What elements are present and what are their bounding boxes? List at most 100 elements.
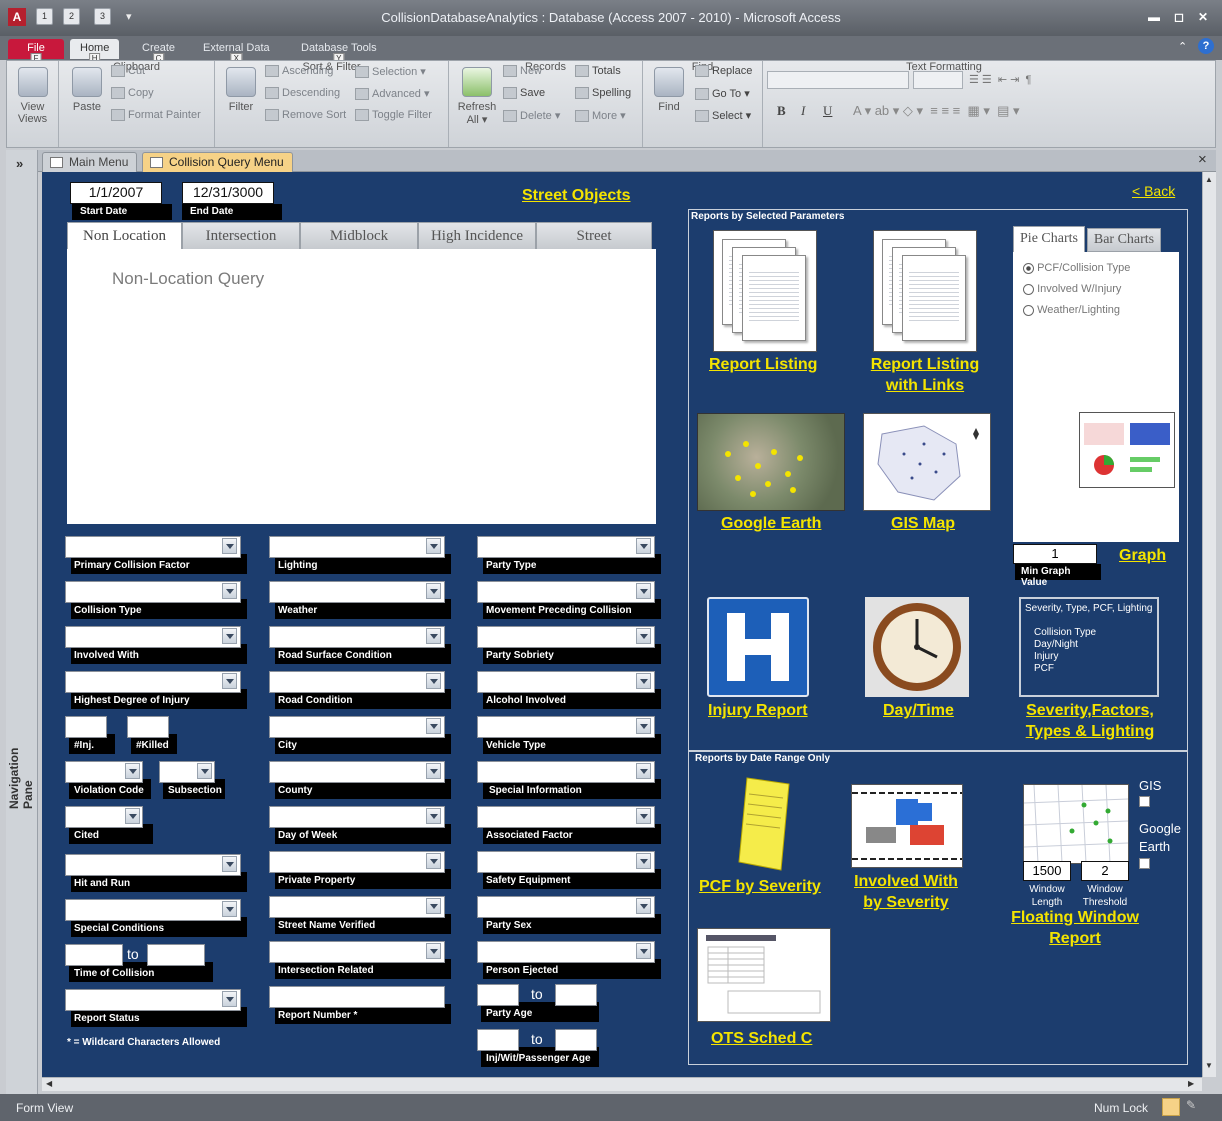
chevron-down-icon[interactable] — [636, 583, 651, 599]
chevron-down-icon[interactable] — [125, 763, 140, 779]
bold-button[interactable]: B — [777, 103, 786, 119]
min-graph-value-input[interactable]: 1 — [1013, 544, 1097, 564]
injury-report-thumbnail[interactable] — [707, 597, 809, 697]
tab-database-tools[interactable]: Database Tools Y — [291, 39, 387, 64]
report-links-thumbnail[interactable] — [873, 230, 977, 352]
select-button[interactable]: Select ▾ — [695, 109, 751, 123]
google-earth-link[interactable]: Google Earth — [721, 513, 821, 534]
end-date-input[interactable]: 12/31/3000 — [182, 182, 274, 204]
help-icon[interactable]: ? — [1198, 38, 1214, 54]
tab-street[interactable]: Street — [536, 222, 652, 250]
format-painter-button[interactable]: Format Painter — [111, 109, 201, 122]
chevron-down-icon[interactable] — [636, 673, 651, 689]
scroll-left-icon[interactable]: ◀ — [46, 1079, 52, 1088]
chevron-down-icon[interactable] — [222, 991, 237, 1007]
chevron-down-icon[interactable] — [222, 628, 237, 644]
graph-thumbnail[interactable] — [1079, 412, 1175, 488]
chevron-down-icon[interactable] — [636, 718, 651, 734]
window-threshold-input[interactable]: 2 — [1081, 861, 1129, 881]
save-record-button[interactable]: Save — [503, 87, 545, 100]
chevron-down-icon[interactable] — [426, 853, 441, 869]
gis-map-thumbnail[interactable] — [863, 413, 991, 511]
tab-collision-query-menu[interactable]: Collision Query Menu — [142, 152, 293, 172]
selection-button[interactable]: Selection ▾ — [355, 65, 426, 79]
involved-severity-link[interactable]: Involved With by Severity — [849, 871, 963, 913]
severity-box[interactable]: Severity, Type, PCF, Lighting Collision … — [1019, 597, 1159, 697]
refresh-button[interactable]: Refresh All ▾ — [455, 67, 499, 126]
chevron-down-icon[interactable] — [426, 718, 441, 734]
report-listing-link[interactable]: Report Listing — [709, 354, 817, 375]
remove-sort-button[interactable]: Remove Sort — [265, 109, 346, 122]
form-view-icon[interactable] — [1162, 1098, 1180, 1116]
ots-sched-c-link[interactable]: OTS Sched C — [711, 1028, 812, 1049]
close-window-icon[interactable]: ✕ — [1198, 10, 1208, 24]
back-link[interactable]: < Back — [1132, 181, 1175, 202]
scroll-up-icon[interactable]: ▲ — [1205, 175, 1213, 184]
minimize-icon[interactable]: ▬ — [1148, 10, 1160, 24]
tab-file[interactable]: File F — [8, 39, 64, 64]
spelling-button[interactable]: Spelling — [575, 87, 631, 100]
descending-button[interactable]: Descending — [265, 87, 340, 100]
font-name-combo[interactable] — [767, 71, 909, 89]
report-listing-links-link[interactable]: Report Listing with Links — [869, 354, 981, 396]
radio-pcf-collision-type[interactable]: PCF/Collision Type — [1023, 262, 1130, 274]
chevron-down-icon[interactable] — [636, 853, 651, 869]
more-button[interactable]: More ▾ — [575, 109, 626, 123]
chevron-down-icon[interactable] — [426, 943, 441, 959]
pcf-severity-link[interactable]: PCF by Severity — [699, 876, 821, 897]
font-color-buttons[interactable]: A ▾ ab ▾ ◇ ▾ ≡ ≡ ≡ ▦ ▾ ▤ ▾ — [853, 103, 1020, 119]
severity-factors-link[interactable]: Severity,Factors, Types & Lighting — [1015, 700, 1165, 742]
chevron-down-icon[interactable] — [222, 538, 237, 554]
horizontal-scrollbar[interactable]: ◀ ▶ — [42, 1077, 1202, 1091]
tab-external-data[interactable]: External Data X — [193, 39, 280, 64]
tab-midblock[interactable]: Midblock — [300, 222, 418, 250]
chevron-down-icon[interactable] — [222, 901, 237, 917]
google-earth-thumbnail[interactable] — [697, 413, 845, 511]
ascending-button[interactable]: Ascending — [265, 65, 333, 78]
chevron-down-icon[interactable] — [426, 673, 441, 689]
italic-button[interactable]: I — [801, 103, 805, 119]
pcf-severity-thumbnail[interactable] — [735, 774, 795, 874]
chevron-down-icon[interactable] — [426, 763, 441, 779]
start-date-input[interactable]: 1/1/2007 — [70, 182, 162, 204]
floating-window-thumbnail[interactable] — [1023, 784, 1129, 864]
day-time-link[interactable]: Day/Time — [883, 700, 954, 721]
floating-window-link[interactable]: Floating Window Report — [1005, 907, 1145, 949]
scroll-down-icon[interactable]: ▼ — [1205, 1061, 1213, 1070]
street-objects-link[interactable]: Street Objects — [522, 185, 630, 206]
design-view-icon[interactable]: ✎ — [1186, 1098, 1204, 1116]
graph-link[interactable]: Graph — [1119, 545, 1166, 566]
tab-pie-charts[interactable]: Pie Charts — [1013, 226, 1085, 252]
goto-button[interactable]: Go To ▾ — [695, 87, 750, 101]
chevron-down-icon[interactable] — [222, 856, 237, 872]
ots-sched-c-thumbnail[interactable] — [697, 928, 831, 1022]
copy-button[interactable]: Copy — [111, 87, 154, 100]
chevron-down-icon[interactable] — [636, 538, 651, 554]
vertical-scrollbar[interactable]: ▲ ▼ — [1202, 172, 1216, 1077]
replace-button[interactable]: Replace — [695, 65, 752, 78]
view-button[interactable]: View — [7, 67, 58, 113]
new-record-button[interactable]: New — [503, 65, 542, 78]
toggle-filter-button[interactable]: Toggle Filter — [355, 109, 432, 122]
chevron-down-icon[interactable] — [426, 538, 441, 554]
involved-severity-thumbnail[interactable] — [851, 784, 963, 868]
tab-intersection[interactable]: Intersection — [182, 222, 300, 250]
tab-create[interactable]: Create C — [132, 39, 185, 64]
radio-involved-injury[interactable]: Involved W/Injury — [1023, 283, 1121, 295]
tab-non-location[interactable]: Non Location — [67, 222, 182, 251]
underline-button[interactable]: U — [823, 103, 832, 119]
list-buttons[interactable]: ☰ ☰ ⇤ ⇥ ¶ — [969, 73, 1031, 86]
tab-main-menu[interactable]: Main Menu — [42, 152, 138, 172]
chevron-down-icon[interactable] — [636, 943, 651, 959]
nav-expand-icon[interactable]: » — [16, 156, 23, 171]
tab-high-incidence[interactable]: High Incidence — [418, 222, 536, 250]
find-button[interactable]: Find — [649, 67, 689, 113]
chevron-down-icon[interactable] — [197, 763, 212, 779]
chevron-down-icon[interactable] — [636, 808, 651, 824]
font-size-combo[interactable] — [913, 71, 963, 89]
google-earth-checkbox[interactable] — [1139, 858, 1150, 869]
chevron-down-icon[interactable] — [636, 898, 651, 914]
radio-weather-lighting[interactable]: Weather/Lighting — [1023, 304, 1120, 316]
totals-button[interactable]: Totals — [575, 65, 621, 78]
chevron-down-icon[interactable] — [426, 628, 441, 644]
